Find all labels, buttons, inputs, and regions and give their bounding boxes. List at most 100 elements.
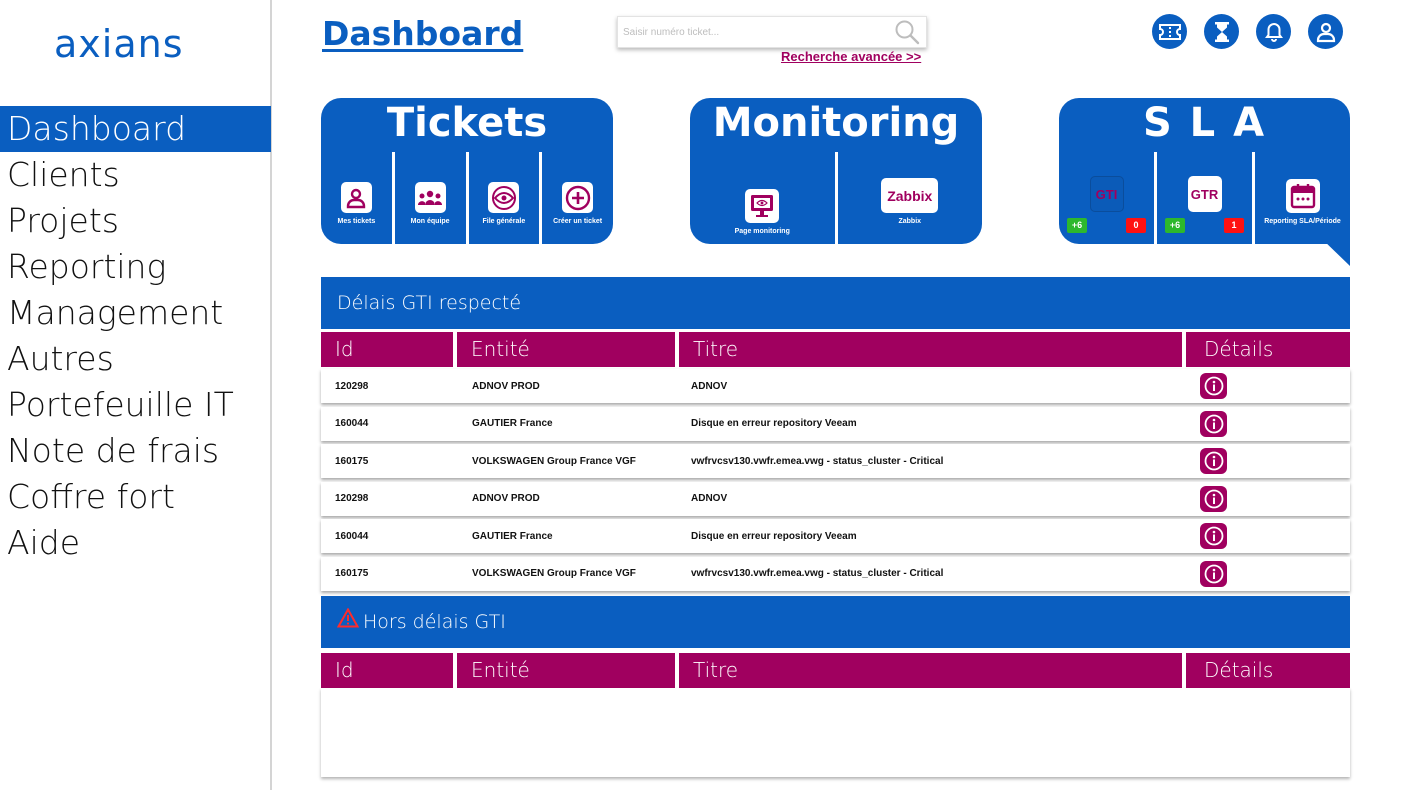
gtr-tile: GTR [1187, 176, 1222, 212]
sla-reporting-label: Reporting SLA/Période [1264, 218, 1341, 225]
cell-id: 160175 [335, 568, 369, 579]
column-header-details[interactable]: Détails [1186, 653, 1350, 688]
ticket-icon[interactable] [1152, 14, 1187, 49]
general-queue-button[interactable]: File générale [465, 152, 540, 244]
column-header-entity[interactable]: Entité [457, 653, 675, 688]
page-title[interactable]: Dashboard [322, 14, 523, 53]
table-row[interactable]: 160044 GAUTIER France Disque en erreur r… [321, 406, 1350, 441]
person-icon [340, 182, 372, 213]
sidebar-item-note-de-frais[interactable]: Note de frais [0, 428, 271, 474]
gti-ok-section-header: Délais GTI respecté [321, 277, 1350, 329]
monitoring-card-title: Monitoring [712, 100, 960, 146]
info-icon[interactable] [1200, 523, 1227, 549]
tickets-card-title: Tickets [386, 100, 548, 146]
gti-ok-table-header: Id Entité Titre Détails [321, 332, 1350, 367]
info-icon[interactable] [1200, 485, 1227, 512]
tickets-card: Tickets Mes tickets Mon équipe File géné… [321, 98, 613, 244]
column-header-id[interactable]: Id [321, 332, 453, 367]
sla-reporting-button[interactable]: Reporting SLA/Période [1252, 152, 1350, 244]
calendar-icon [1285, 179, 1320, 213]
plus-circle-icon [562, 182, 594, 213]
table-row[interactable]: 160175 VOLKSWAGEN Group France VGF vwfrv… [321, 556, 1350, 591]
my-tickets-button[interactable]: Mes tickets [321, 152, 392, 244]
sidebar-item-dashboard[interactable]: Dashboard [0, 106, 271, 152]
gti-late-section-header: Hors délais GTI [321, 596, 1350, 648]
my-team-label: Mon équipe [410, 218, 450, 225]
cell-title: Disque en erreur repository Veeam [691, 418, 857, 429]
sidebar-item-aide[interactable]: Aide [0, 520, 271, 566]
cell-id: 120298 [335, 493, 369, 504]
column-header-details[interactable]: Détails [1186, 332, 1350, 367]
info-icon[interactable] [1200, 373, 1227, 399]
cell-title: Disque en erreur repository Veeam [691, 530, 857, 542]
sidebar-item-clients[interactable]: Clients [0, 152, 271, 198]
sidebar-item-projets[interactable]: Projets [0, 198, 271, 244]
cell-entity: GAUTIER France [472, 530, 553, 542]
gtr-ok-badge: +6 [1165, 218, 1185, 233]
advanced-search-link[interactable]: Recherche avancée >> [781, 49, 921, 64]
search-icon[interactable] [894, 19, 920, 50]
axians-logo[interactable]: axians [54, 22, 184, 66]
create-ticket-label: Créer un ticket [553, 218, 603, 225]
cell-entity: VOLKSWAGEN Group France VGF [472, 455, 636, 467]
sidebar-item-management[interactable]: Management [0, 290, 271, 336]
gti-tile: GTI [1089, 176, 1124, 212]
sidebar: axians Dashboard Clients Projets Reporti… [0, 0, 272, 790]
user-icon[interactable] [1308, 14, 1343, 49]
monitor-icon [745, 189, 780, 223]
monitoring-card: Monitoring Page monitoring Zabbix Zabbix [690, 98, 982, 244]
ticket-search-input[interactable] [618, 17, 888, 47]
zabbix-button[interactable]: Zabbix Zabbix [834, 152, 983, 244]
sla-card: S L A GTI +6 0 GTR +6 1 Reporting SLA/Pé… [1059, 98, 1350, 244]
sla-card-tail [1320, 237, 1350, 266]
gti-ok-badge: +6 [1067, 218, 1087, 233]
my-tickets-label: Mes tickets [337, 218, 376, 225]
sidebar-item-coffre-fort[interactable]: Coffre fort [0, 474, 271, 520]
info-icon[interactable] [1200, 560, 1227, 587]
column-header-entity[interactable]: Entité [457, 332, 675, 367]
page-monitoring-button[interactable]: Page monitoring [690, 152, 835, 244]
bell-icon[interactable] [1256, 14, 1291, 49]
cell-entity: ADNOV PROD [472, 493, 540, 504]
gti-ok-table-body: 120298 ADNOV PROD ADNOV 160044 GAUTIER F… [321, 369, 1350, 594]
table-row[interactable]: 160175 VOLKSWAGEN Group France VGF vwfrv… [321, 444, 1350, 478]
column-header-id[interactable]: Id [321, 653, 453, 688]
sidebar-item-reporting[interactable]: Reporting [0, 244, 271, 290]
column-header-title[interactable]: Titre [679, 332, 1182, 367]
gti-late-table-body [321, 688, 1350, 777]
cell-entity: VOLKSWAGEN Group France VGF [472, 568, 636, 579]
info-icon[interactable] [1200, 448, 1227, 474]
gti-late-table-header: Id Entité Titre Détails [321, 653, 1350, 688]
gtr-ko-badge: 1 [1224, 218, 1244, 233]
cell-entity: GAUTIER France [472, 418, 553, 429]
zabbix-label: Zabbix [898, 218, 922, 225]
info-icon[interactable] [1200, 410, 1227, 437]
sidebar-nav: Dashboard Clients Projets Reporting Mana… [0, 106, 271, 566]
tickets-actions: Mes tickets Mon équipe File générale Cré… [321, 152, 613, 244]
cell-entity: ADNOV PROD [472, 380, 540, 392]
cell-title: vwfrvcsv130.vwfr.emea.vwg - status_clust… [691, 568, 944, 579]
gti-button[interactable]: GTI +6 0 [1059, 152, 1154, 244]
column-header-title[interactable]: Titre [679, 653, 1182, 688]
monitoring-actions: Page monitoring Zabbix Zabbix [690, 152, 982, 244]
cell-id: 120298 [335, 380, 369, 392]
ticket-search [617, 16, 927, 48]
warning-icon [336, 596, 360, 648]
header-toolbar [1152, 14, 1343, 49]
table-row[interactable]: 160044 GAUTIER France Disque en erreur r… [321, 519, 1350, 553]
hourglass-icon[interactable] [1204, 14, 1239, 49]
table-row[interactable]: 120298 ADNOV PROD ADNOV [321, 481, 1350, 516]
sidebar-item-autres[interactable]: Autres [0, 336, 271, 382]
sla-card-title: S L A [1142, 100, 1267, 146]
my-team-button[interactable]: Mon équipe [391, 152, 466, 244]
team-icon [414, 182, 446, 213]
eye-icon [488, 182, 520, 213]
gti-ok-section-title: Délais GTI respecté [337, 292, 522, 314]
page-monitoring-label: Page monitoring [734, 228, 790, 235]
sidebar-item-portefeuille-it[interactable]: Portefeuille IT [0, 382, 271, 428]
gti-ko-badge: 0 [1126, 218, 1146, 233]
gtr-button[interactable]: GTR +6 1 [1154, 152, 1252, 244]
zabbix-logo: Zabbix [881, 178, 939, 213]
create-ticket-button[interactable]: Créer un ticket [539, 152, 613, 244]
table-row[interactable]: 120298 ADNOV PROD ADNOV [321, 369, 1350, 403]
